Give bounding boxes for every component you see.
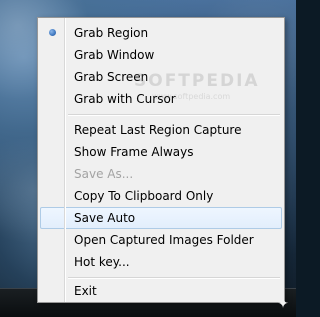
menu-item-label: Grab Screen (74, 70, 149, 84)
menu-item-grab-region[interactable]: Grab Region (40, 22, 282, 44)
menu-item-label: Grab with Cursor (74, 92, 176, 106)
menu-separator (68, 277, 280, 279)
menu-item-label: Hot key... (74, 255, 130, 269)
menu-item-open-captured-images-folder[interactable]: Open Captured Images Folder (40, 229, 282, 251)
menu-item-save-as: Save As... (40, 163, 282, 185)
radio-selected-icon (49, 29, 56, 36)
menu-item-label: Repeat Last Region Capture (74, 123, 242, 137)
menu-item-label: Save As... (74, 167, 134, 181)
menu-item-save-auto[interactable]: Save Auto (40, 207, 282, 229)
menu-item-grab-window[interactable]: Grab Window (40, 44, 282, 66)
menu-item-label: Grab Region (74, 26, 149, 40)
menu-item-label: Exit (74, 284, 97, 298)
menu-separator (68, 114, 280, 116)
capture-app-icon[interactable]: ✦ (275, 296, 291, 312)
menu-item-hot-key[interactable]: Hot key... (40, 251, 282, 273)
menu-item-copy-to-clipboard-only[interactable]: Copy To Clipboard Only (40, 185, 282, 207)
context-menu: Grab Region Grab Window Grab Screen Grab… (37, 17, 285, 303)
menu-item-repeat-last-region-capture[interactable]: Repeat Last Region Capture (40, 119, 282, 141)
menu-item-grab-screen[interactable]: Grab Screen (40, 66, 282, 88)
menu-item-grab-with-cursor[interactable]: Grab with Cursor (40, 88, 282, 110)
menu-item-show-frame-always[interactable]: Show Frame Always (40, 141, 282, 163)
menu-item-label: Save Auto (74, 211, 136, 225)
menu-item-label: Show Frame Always (74, 145, 194, 159)
menu-item-exit[interactable]: Exit (40, 280, 282, 302)
menu-item-label: Grab Window (74, 48, 155, 62)
menu-item-label: Open Captured Images Folder (74, 233, 254, 247)
menu-item-label: Copy To Clipboard Only (74, 189, 214, 203)
